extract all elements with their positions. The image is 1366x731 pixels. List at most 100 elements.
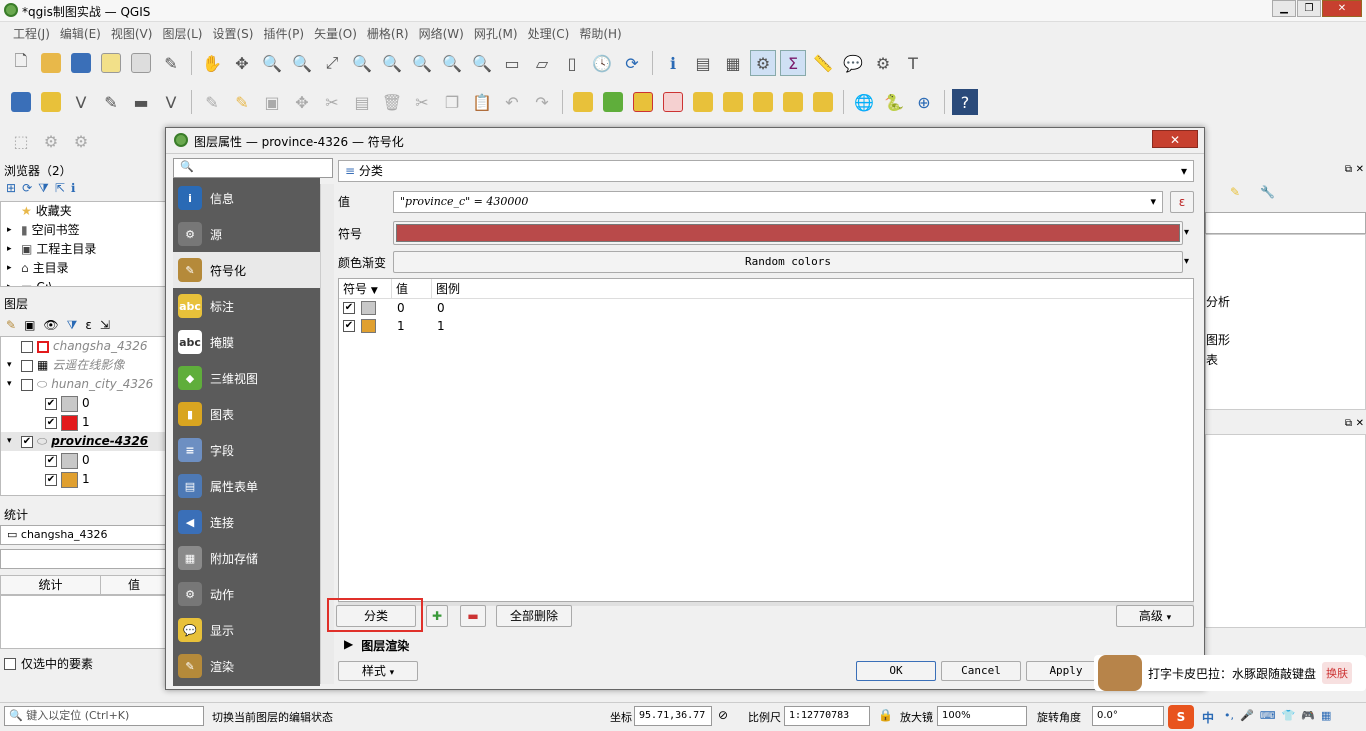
pin-labels-icon[interactable] xyxy=(630,89,656,115)
panel-search-input[interactable] xyxy=(1205,212,1366,234)
menu-item[interactable]: 插件(P) xyxy=(258,22,309,43)
style-button[interactable]: 样式 ▾ xyxy=(338,661,418,681)
menu-item[interactable]: 网络(W) xyxy=(414,22,469,43)
stats-layer-select[interactable]: ▭ changsha_4326 xyxy=(0,525,166,545)
ime-language[interactable]: 中 xyxy=(1202,709,1214,726)
layer-item[interactable]: ▾ ✔ ⬭ province-4326 xyxy=(1,432,167,451)
nav-item-fields[interactable]: ≡ 字段 xyxy=(173,432,320,468)
menu-item[interactable]: 帮助(H) xyxy=(574,22,626,43)
lock-scale-icon[interactable]: 🔒 xyxy=(878,708,893,722)
delete-selected-icon[interactable]: 🗑 xyxy=(379,89,405,115)
ok-button[interactable]: OK xyxy=(856,661,936,681)
layer-item[interactable]: ▾ ⬭ hunan_city_4326 xyxy=(1,375,167,394)
manage-visibility-icon[interactable]: 👁 xyxy=(43,318,58,332)
filter-legend-icon[interactable]: ⧩ xyxy=(67,318,78,333)
layout-manager-icon[interactable] xyxy=(128,50,154,76)
layer-visibility-checkbox[interactable] xyxy=(21,378,33,391)
collapse-all-icon[interactable]: ⇱ xyxy=(55,181,65,201)
menu-item[interactable]: 处理(C) xyxy=(523,22,575,43)
add-class-button[interactable]: ✚ xyxy=(426,605,448,627)
col-value[interactable]: 值 xyxy=(391,279,431,298)
symbol-button[interactable] xyxy=(393,221,1183,245)
symbol-dropdown-icon[interactable]: ▾ xyxy=(1184,221,1194,245)
new-project-icon[interactable]: 🗋 xyxy=(8,50,34,76)
color-ramp-button[interactable]: Random colors xyxy=(393,251,1183,273)
map-tips-icon[interactable]: 💬 xyxy=(840,50,866,76)
cut-features-icon[interactable]: ✂ xyxy=(409,89,435,115)
layer-visibility-checkbox[interactable]: ✔ xyxy=(45,473,57,486)
save-project-icon[interactable] xyxy=(68,50,94,76)
diagram-options-icon[interactable] xyxy=(600,89,626,115)
ime-game-icon[interactable]: 🎮 xyxy=(1301,709,1315,722)
add-feature-icon[interactable]: ✥ xyxy=(289,89,315,115)
python-console-icon[interactable]: 🐍 xyxy=(881,89,907,115)
nav-item-display[interactable]: 💬 显示 xyxy=(173,612,320,648)
new-map-view-icon[interactable]: ▭ xyxy=(499,50,525,76)
legend-class-item[interactable]: ✔ 0 xyxy=(1,394,167,413)
help-icon[interactable]: ? xyxy=(952,89,978,115)
menu-item[interactable]: 设置(S) xyxy=(208,22,259,43)
nav-search-input[interactable]: 🔍 xyxy=(173,158,333,178)
ime-skin-icon[interactable]: 👕 xyxy=(1282,709,1296,722)
georeferencer-icon[interactable]: ⊕ xyxy=(911,89,937,115)
browser-item[interactable]: ▸ ▣ 工程主目录 xyxy=(1,240,167,259)
ime-skin-button[interactable]: 换肤 xyxy=(1322,662,1353,684)
layer-item[interactable]: ▾ ▦ 云遥在线影像 xyxy=(1,356,167,375)
identify-icon[interactable]: ℹ xyxy=(660,50,686,76)
layer-visibility-checkbox[interactable]: ✔ xyxy=(45,416,57,429)
temporal-controller-icon[interactable]: 🕓 xyxy=(589,50,615,76)
measure-icon[interactable]: 📏 xyxy=(810,50,836,76)
zoom-full-icon[interactable]: ⤢ xyxy=(319,50,345,76)
decoration-icon[interactable]: ⚙ xyxy=(870,50,896,76)
legend-class-item[interactable]: ✔ 1 xyxy=(1,413,167,432)
bookmark-icon[interactable]: ▯ xyxy=(559,50,585,76)
advanced-button[interactable]: 高级 ▾ xyxy=(1116,605,1194,627)
processing-toolbox-icon[interactable]: ⚙ xyxy=(750,50,776,76)
class-row[interactable]: ✔ 0 0 xyxy=(339,299,1193,317)
browser-item[interactable]: ▸ ▮ 空间书签 xyxy=(1,221,167,240)
selected-only-row[interactable]: 仅选中的要素 xyxy=(0,655,168,672)
nav-item-label[interactable]: abc 标注 xyxy=(173,288,320,324)
coord-toggle-icon[interactable]: ⊘ xyxy=(718,708,728,722)
zoom-to-layer-icon[interactable]: 🔍 xyxy=(379,50,405,76)
expression-button[interactable]: ε xyxy=(1170,191,1194,213)
refresh-browser-icon[interactable]: ⟳ xyxy=(22,181,32,201)
plugin-world-icon[interactable]: 🌐 xyxy=(851,89,877,115)
filter-browser-icon[interactable]: ⧩ xyxy=(38,181,49,201)
data-source-manager-icon[interactable] xyxy=(8,89,34,115)
zoom-last-icon[interactable]: 🔍 xyxy=(439,50,465,76)
layer-visibility-checkbox[interactable] xyxy=(21,340,33,353)
dock-float-icon[interactable]: ⧉ xyxy=(1345,164,1352,175)
gps-icon[interactable]: ▬ xyxy=(128,89,154,115)
menu-item[interactable]: 工程(J) xyxy=(8,22,55,43)
zoom-native-icon[interactable]: 🔍 xyxy=(409,50,435,76)
nav-item-symbology[interactable]: ✎ 符号化 xyxy=(173,252,320,288)
move-label-icon[interactable] xyxy=(720,89,746,115)
rotation-field[interactable]: 0.0° xyxy=(1092,706,1164,726)
redo-icon[interactable]: ↷ xyxy=(529,89,555,115)
ime-keyboard-icon[interactable]: ⌨ xyxy=(1260,709,1276,722)
zoom-out-icon[interactable]: 🔍 xyxy=(289,50,315,76)
label-toolbar-icon[interactable] xyxy=(570,89,596,115)
select-features-icon[interactable]: ⬚ xyxy=(8,128,34,154)
menu-item[interactable]: 图层(L) xyxy=(157,22,207,43)
browser-item[interactable]: ▸ ▭ C:\ xyxy=(1,278,167,286)
filter-expression-icon[interactable]: ε xyxy=(85,318,92,332)
dock-close-icon[interactable]: ✕ xyxy=(1356,164,1364,175)
nav-item-join[interactable]: ◀ 连接 xyxy=(173,504,320,540)
expand-arrow-icon[interactable]: ▾ xyxy=(7,375,17,394)
add-layer-icon[interactable]: ⊞ xyxy=(6,181,16,201)
locator-input[interactable]: 🔍 键入以定位 (Ctrl+K) xyxy=(4,706,204,726)
new-3d-view-icon[interactable]: ▱ xyxy=(529,50,555,76)
class-checkbox[interactable]: ✔ xyxy=(343,302,355,314)
style-manager-icon[interactable]: ✎ xyxy=(158,50,184,76)
class-legend[interactable]: 1 xyxy=(431,317,531,335)
nav-item-rendering[interactable]: ✎ 渲染 xyxy=(173,648,320,684)
select-by-value-icon[interactable]: ⚙ xyxy=(38,128,64,154)
digitize-icon[interactable]: ✎ xyxy=(98,89,124,115)
nav-item-mask[interactable]: abc 掩膜 xyxy=(173,324,320,360)
scale-field[interactable]: 1:12770783 xyxy=(784,706,870,726)
menu-item[interactable]: 栅格(R) xyxy=(362,22,414,43)
delete-all-button[interactable]: 全部删除 xyxy=(496,605,572,627)
dock2-close-icon[interactable]: ✕ xyxy=(1356,418,1364,429)
